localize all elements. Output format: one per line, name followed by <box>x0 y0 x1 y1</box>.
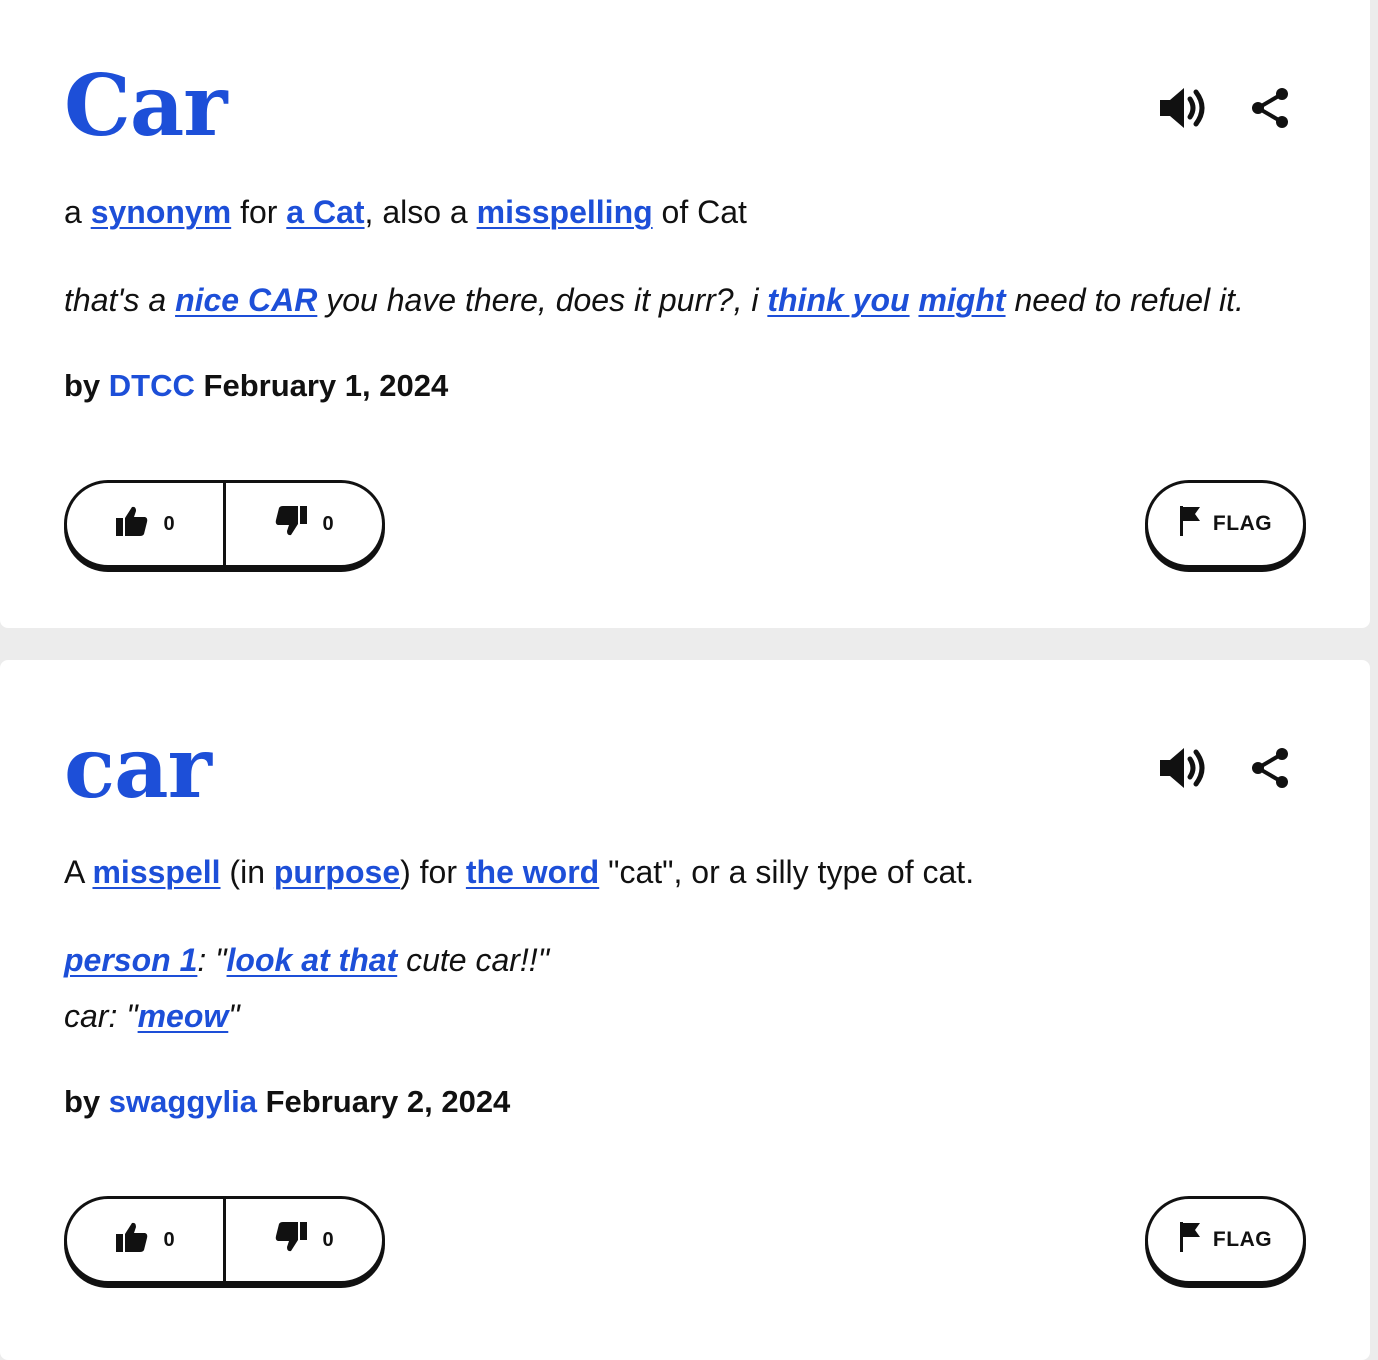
date: February 1, 2024 <box>194 368 449 403</box>
author-link[interactable]: swaggylia <box>109 1084 257 1119</box>
share-icon[interactable] <box>1250 746 1290 790</box>
example-text: that's a <box>64 282 176 318</box>
example-link[interactable]: meow <box>138 998 229 1034</box>
definition-example: that's a nice CAR you have there, does i… <box>64 272 1244 328</box>
thumbs-down-icon <box>274 1221 308 1259</box>
downvote-count: 0 <box>322 512 334 535</box>
speaker-icon[interactable] <box>1158 744 1210 792</box>
meaning-link[interactable]: misspell <box>92 854 220 890</box>
meaning-link[interactable]: misspelling <box>477 194 653 230</box>
example-line: car: "meow" <box>64 988 549 1044</box>
share-icon[interactable] <box>1250 86 1290 130</box>
example-text: you have there, does it purr?, i <box>317 282 768 318</box>
meaning-text: A <box>64 854 93 890</box>
flag-icon <box>1179 1221 1201 1259</box>
vote-group: 0 0 <box>64 1196 385 1284</box>
thumbs-up-icon <box>115 505 149 543</box>
meaning-text: of Cat <box>652 194 747 230</box>
example-link[interactable]: think you <box>767 282 909 318</box>
example-line: person 1: "look at that cute car!!" <box>64 932 549 988</box>
meaning-link[interactable]: synonym <box>91 194 231 230</box>
top-actions <box>1158 744 1290 792</box>
contributor-by: by <box>64 368 109 403</box>
speaker-icon[interactable] <box>1158 84 1210 132</box>
flag-icon <box>1179 505 1201 543</box>
flag-label: FLAG <box>1212 1228 1273 1251</box>
meaning-text: "cat", or a silly type of cat. <box>599 854 975 890</box>
meaning-text: a <box>64 194 91 230</box>
upvote-button[interactable]: 0 <box>67 1199 223 1281</box>
downvote-button[interactable]: 0 <box>223 483 382 565</box>
example-text: need to refuel it. <box>1005 282 1244 318</box>
example-text: " <box>228 998 240 1034</box>
contributor-by: by <box>64 1084 109 1119</box>
definition-meaning: a synonym for a Cat, also a misspelling … <box>64 192 747 232</box>
example-link[interactable]: look at that <box>227 942 398 978</box>
vote-group: 0 0 <box>64 480 385 568</box>
upvote-count: 0 <box>163 1228 175 1251</box>
meaning-text: for <box>231 194 287 230</box>
flag-button[interactable]: FLAG <box>1145 1196 1306 1284</box>
meaning-link[interactable]: the word <box>466 854 599 890</box>
downvote-button[interactable]: 0 <box>223 1199 382 1281</box>
meaning-link[interactable]: purpose <box>274 854 400 890</box>
date: February 2, 2024 <box>256 1084 511 1119</box>
word-title[interactable]: car <box>64 726 212 810</box>
flag-label: FLAG <box>1212 512 1273 535</box>
thumbs-up-icon <box>115 1221 149 1259</box>
definition-card: Car a synonym for a Cat, also a misspell… <box>0 0 1370 628</box>
definition-card: car A misspell (in purpose) for the word… <box>0 660 1370 1360</box>
downvote-count: 0 <box>322 1228 334 1251</box>
word-title[interactable]: Car <box>64 64 228 148</box>
example-text: : " <box>197 942 227 978</box>
upvote-button[interactable]: 0 <box>67 483 223 565</box>
meaning-link[interactable]: a Cat <box>286 194 364 230</box>
author-link[interactable]: DTCC <box>109 368 195 403</box>
example-link[interactable]: person 1 <box>64 942 197 978</box>
example-text: cute car!!" <box>397 942 550 978</box>
definition-example: person 1: "look at that cute car!!" car:… <box>64 932 549 1044</box>
definition-meaning: A misspell (in purpose) for the word "ca… <box>64 852 974 892</box>
meaning-text: ) for <box>400 854 466 890</box>
thumbs-down-icon <box>274 505 308 543</box>
flag-button[interactable]: FLAG <box>1145 480 1306 568</box>
top-actions <box>1158 84 1290 132</box>
contributor: by DTCC February 1, 2024 <box>64 368 448 404</box>
example-link[interactable]: might <box>918 282 1005 318</box>
meaning-text: , also a <box>364 194 477 230</box>
contributor: by swaggylia February 2, 2024 <box>64 1084 510 1120</box>
meaning-text: (in <box>220 854 274 890</box>
example-link[interactable]: nice CAR <box>175 282 317 318</box>
example-text: car: " <box>64 998 138 1034</box>
upvote-count: 0 <box>163 512 175 535</box>
